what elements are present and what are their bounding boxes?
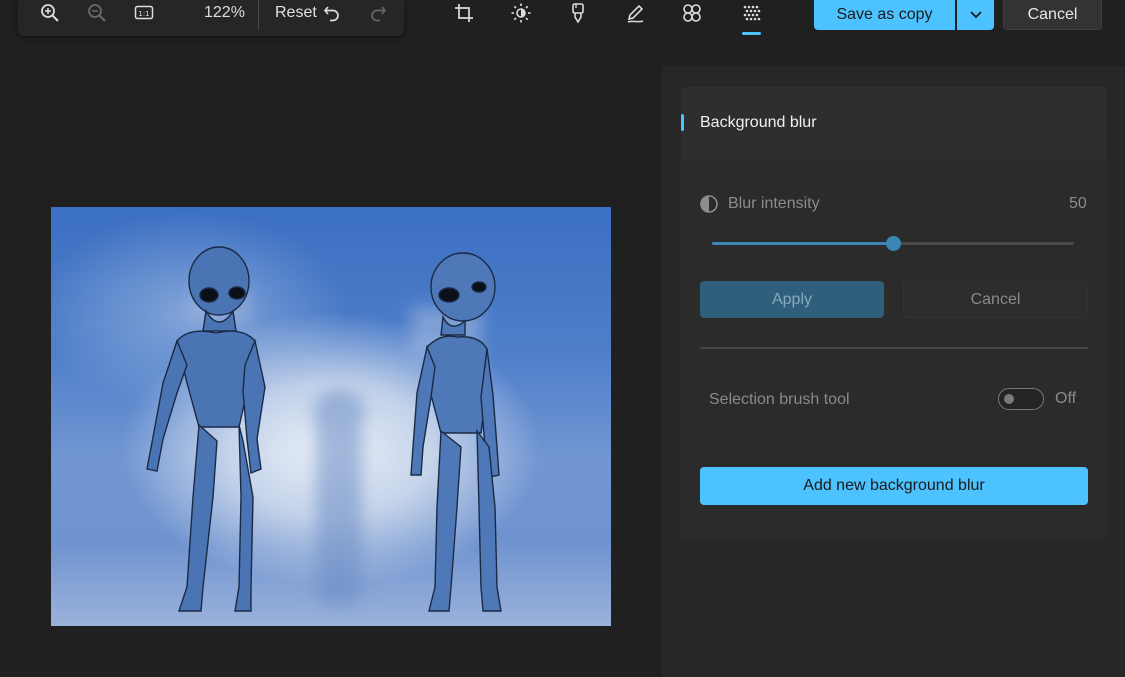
background-blur-icon[interactable] <box>740 2 764 24</box>
filter-icon[interactable] <box>566 2 590 24</box>
blur-intensity-value: 50 <box>1069 195 1087 212</box>
blur-intensity-label: Blur intensity <box>728 195 820 212</box>
cancel-button[interactable]: Cancel <box>903 281 1088 318</box>
slider-thumb[interactable] <box>885 236 901 251</box>
toolbar-divider <box>258 0 259 30</box>
retouch-icon[interactable] <box>680 2 704 24</box>
markup-icon[interactable] <box>623 2 647 24</box>
selection-brush-label: Selection brush tool <box>709 391 850 408</box>
panel-title: Background blur <box>700 114 817 131</box>
photo-content <box>146 246 502 612</box>
photo-canvas[interactable] <box>51 207 611 626</box>
redo-icon[interactable] <box>366 2 390 24</box>
crop-icon[interactable] <box>452 2 476 24</box>
actual-size-icon[interactable]: 1:1 <box>132 2 156 24</box>
zoom-in-icon[interactable] <box>38 2 62 24</box>
right-figure <box>410 252 502 612</box>
active-tool-indicator <box>742 32 761 35</box>
save-options-dropdown[interactable] <box>957 0 994 30</box>
view-toolbar: 1:1 122% Reset <box>18 0 404 36</box>
apply-button[interactable]: Apply <box>700 281 884 318</box>
chevron-down-icon <box>969 11 982 19</box>
zoom-out-icon[interactable] <box>85 2 109 24</box>
add-new-background-blur-button[interactable]: Add new background blur <box>700 467 1088 505</box>
slider-fill <box>712 242 893 245</box>
svg-text:1:1: 1:1 <box>138 10 149 18</box>
adjustment-icon[interactable] <box>509 2 533 24</box>
selection-brush-toggle[interactable] <box>998 388 1044 410</box>
reset-button[interactable]: Reset <box>275 4 317 22</box>
save-as-copy-button[interactable]: Save as copy <box>814 0 955 30</box>
undo-icon[interactable] <box>320 2 344 24</box>
cancel-edit-button[interactable]: Cancel <box>1003 0 1102 30</box>
contrast-icon <box>700 195 718 213</box>
divider <box>700 347 1088 349</box>
zoom-level[interactable]: 122% <box>204 4 245 22</box>
toggle-knob <box>1004 394 1014 404</box>
header-accent-bar <box>681 114 684 131</box>
toggle-state-label: Off <box>1055 390 1077 407</box>
